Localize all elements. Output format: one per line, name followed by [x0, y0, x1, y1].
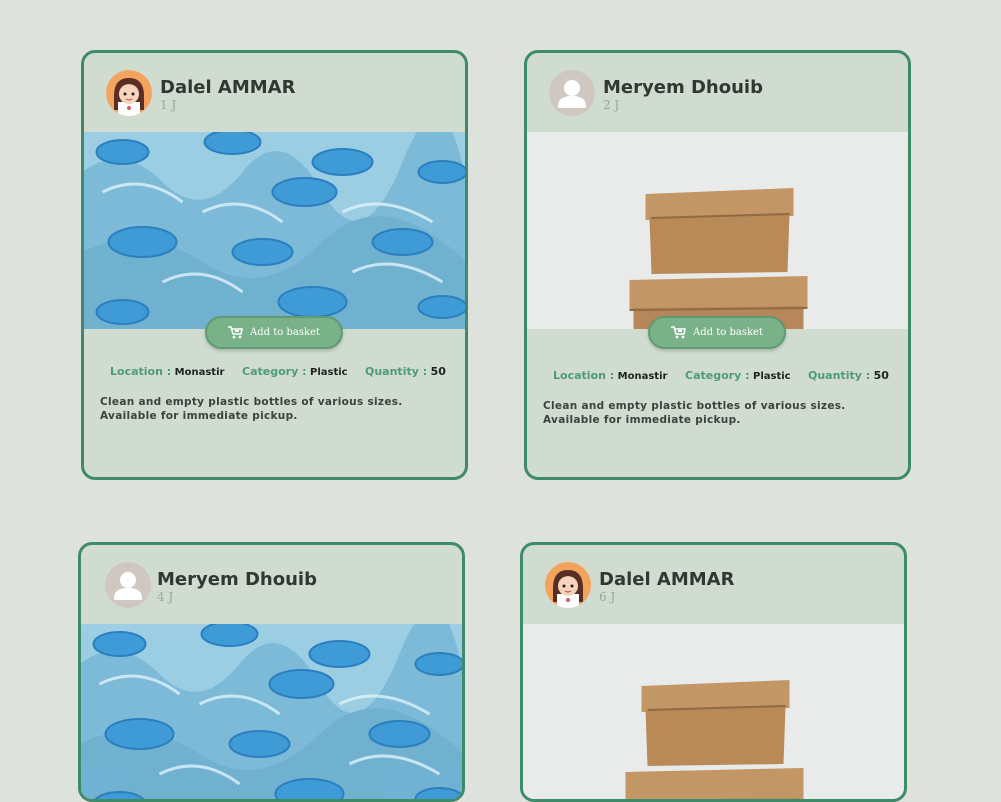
location-value: Monastir — [617, 371, 668, 382]
add-to-basket-button[interactable]: Add to basket — [205, 316, 343, 349]
quantity-value: 50 — [873, 369, 889, 382]
post-meta: Location : Monastir Category : Plastic Q… — [84, 365, 465, 381]
post-description: Clean and empty plastic bottles of vario… — [100, 396, 403, 422]
cardboard-boxes-photo[interactable] — [523, 624, 904, 802]
default-user-avatar[interactable] — [549, 70, 595, 116]
card-header: Dalel AMMAR 1 J — [84, 53, 465, 131]
default-user-avatar[interactable] — [105, 562, 151, 608]
add-to-basket-button[interactable]: Add to basket — [648, 316, 786, 349]
post-card[interactable]: Dalel AMMAR 1 J Add to basket Location :… — [81, 50, 468, 480]
post-time: 1 J — [160, 98, 177, 112]
card-header: Meryem Dhouib 2 J — [527, 53, 908, 131]
user-name[interactable]: Meryem Dhouib — [157, 569, 317, 590]
user-name[interactable]: Dalel AMMAR — [160, 77, 295, 98]
user-name[interactable]: Dalel AMMAR — [599, 569, 734, 590]
category-value: Plastic — [309, 367, 348, 378]
user-name[interactable]: Meryem Dhouib — [603, 77, 763, 98]
post-card[interactable]: Meryem Dhouib 2 J Add to basket Location… — [524, 50, 911, 480]
plastic-bottles-photo[interactable] — [81, 624, 462, 802]
girl-avatar[interactable] — [106, 70, 152, 116]
card-header: Meryem Dhouib 4 J — [81, 545, 462, 623]
plastic-bottles-photo[interactable] — [84, 132, 465, 329]
category-value: Plastic — [752, 371, 791, 382]
post-time: 6 J — [599, 590, 616, 604]
shopping-cart-icon — [228, 326, 243, 339]
post-card[interactable]: Meryem Dhouib 4 J — [78, 542, 465, 802]
post-meta: Location : Monastir Category : Plastic Q… — [527, 369, 908, 385]
post-time: 2 J — [603, 98, 620, 112]
add-to-basket-label: Add to basket — [250, 327, 320, 338]
shopping-cart-icon — [671, 326, 686, 339]
card-header: Dalel AMMAR 6 J — [523, 545, 904, 623]
location-label: Location : — [553, 369, 615, 382]
post-description: Clean and empty plastic bottles of vario… — [543, 400, 846, 426]
location-value: Monastir — [174, 367, 225, 378]
post-time: 4 J — [157, 590, 174, 604]
cardboard-boxes-photo[interactable] — [527, 132, 908, 329]
quantity-label: Quantity : — [808, 369, 871, 382]
location-label: Location : — [110, 365, 172, 378]
category-label: Category : — [685, 369, 750, 382]
add-to-basket-label: Add to basket — [693, 327, 763, 338]
quantity-label: Quantity : — [365, 365, 428, 378]
post-card[interactable]: Dalel AMMAR 6 J — [520, 542, 907, 802]
girl-avatar[interactable] — [545, 562, 591, 608]
category-label: Category : — [242, 365, 307, 378]
quantity-value: 50 — [430, 365, 446, 378]
